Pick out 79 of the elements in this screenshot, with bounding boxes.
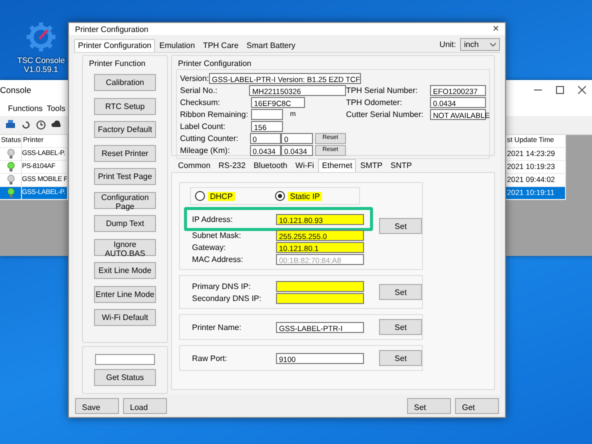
maximize-icon[interactable] xyxy=(556,86,564,94)
set-button[interactable]: Set xyxy=(379,319,422,335)
tab[interactable]: SNTP xyxy=(386,159,416,172)
function-button[interactable]: Calibration xyxy=(94,74,156,91)
field-label: TPH Odometer: xyxy=(346,98,404,106)
tab[interactable]: Common xyxy=(174,159,214,172)
function-button[interactable]: Wi-Fi Default xyxy=(94,309,156,326)
function-button[interactable]: Enter Line Mode xyxy=(94,286,156,302)
cloud-icon[interactable] xyxy=(51,120,62,130)
tab[interactable]: Smart Battery xyxy=(242,39,300,52)
bulb-icon xyxy=(7,175,15,185)
chevron-icon xyxy=(490,42,496,46)
field-label: TPH Serial Number: xyxy=(346,86,419,94)
status-field[interactable] xyxy=(95,354,155,365)
tab[interactable]: Ethernet xyxy=(318,159,356,172)
field-label: Version: xyxy=(180,74,209,82)
tab[interactable]: Bluetooth xyxy=(250,159,292,172)
set-button[interactable]: Set xyxy=(379,350,422,366)
function-button[interactable]: Print Test Page xyxy=(94,168,156,185)
printer-icon[interactable] xyxy=(5,120,16,130)
bulb-icon xyxy=(7,162,15,172)
field-label: Primary DNS IP: xyxy=(191,282,252,290)
footer-button[interactable]: Save xyxy=(75,398,119,414)
unit-label: Unit: xyxy=(440,40,456,49)
function-button[interactable]: Reset Printer xyxy=(94,144,156,162)
input-field[interactable] xyxy=(276,280,364,292)
radio-button[interactable] xyxy=(275,191,285,201)
tab[interactable]: RS-232 xyxy=(214,159,250,172)
field-label: MAC Address: xyxy=(191,254,244,264)
field-label: Cutter Serial Number: xyxy=(346,110,424,118)
get-status-button[interactable]: Get Status xyxy=(94,369,156,386)
radio-label[interactable]: Static IP xyxy=(288,192,322,200)
function-button[interactable]: Ignore AUTO.BAS xyxy=(94,238,156,256)
bulb-icon xyxy=(7,149,15,159)
group-title: Printer Configuration xyxy=(177,58,252,69)
window-title: Console xyxy=(0,85,32,95)
field-label: Raw Port: xyxy=(191,354,228,362)
close-button[interactable]: × xyxy=(492,23,499,35)
dialog-title: Printer Configuration xyxy=(75,24,148,34)
function-button[interactable]: Factory Default xyxy=(94,121,156,138)
field-label: Subnet Mask: xyxy=(191,230,242,240)
icon-label: TSC Console xyxy=(17,56,65,65)
field-label: Printer Name: xyxy=(191,322,242,332)
bulb-icon xyxy=(7,188,15,198)
menu-item[interactable]: Functions xyxy=(8,104,43,112)
version-label: V1.0.59.1 xyxy=(24,65,58,74)
menu-item[interactable]: Tools xyxy=(46,104,66,112)
tab[interactable]: TPH Care xyxy=(198,39,243,52)
input-field[interactable] xyxy=(276,292,364,304)
refresh-icon[interactable] xyxy=(21,120,31,130)
clock-icon[interactable] xyxy=(36,120,46,130)
footer-button[interactable]: Set xyxy=(407,398,451,414)
tab[interactable]: Emulation xyxy=(155,39,199,52)
function-button[interactable]: Exit Line Mode xyxy=(94,262,156,279)
field-label: Label Count: xyxy=(180,122,226,130)
footer-button[interactable]: Get xyxy=(455,398,499,414)
tab[interactable]: Wi-Fi xyxy=(291,159,318,172)
field-label: Checksum: xyxy=(180,98,222,106)
function-button[interactable]: RTC Setup xyxy=(94,98,156,114)
function-button[interactable]: Configuration Page xyxy=(94,192,156,208)
footer-button[interactable]: Load xyxy=(123,398,167,414)
tab[interactable]: Printer Configuration xyxy=(74,39,156,52)
field-label: Gateway: xyxy=(191,242,227,252)
function-button[interactable]: Dump Text xyxy=(94,215,156,232)
field-label: IP Address: xyxy=(191,214,234,224)
input-field[interactable] xyxy=(251,108,283,120)
field-label: Serial No.: xyxy=(180,86,218,94)
radio-label[interactable]: DHCP xyxy=(208,192,235,200)
close-icon[interactable] xyxy=(578,86,586,94)
set-button[interactable]: Set xyxy=(379,284,422,300)
field-label: Secondary DNS IP: xyxy=(191,294,262,302)
group-title: Printer Function xyxy=(88,58,146,69)
set-button[interactable]: Set xyxy=(379,218,422,234)
field-label: Cutting Counter: xyxy=(180,134,240,142)
radio-button[interactable] xyxy=(195,191,205,201)
unit-dropdown[interactable]: inch xyxy=(460,38,500,51)
tab[interactable]: SMTP xyxy=(356,159,387,172)
field-label: Ribbon Remaining: xyxy=(180,110,250,118)
field-label: Mileage (Km): xyxy=(180,146,231,154)
